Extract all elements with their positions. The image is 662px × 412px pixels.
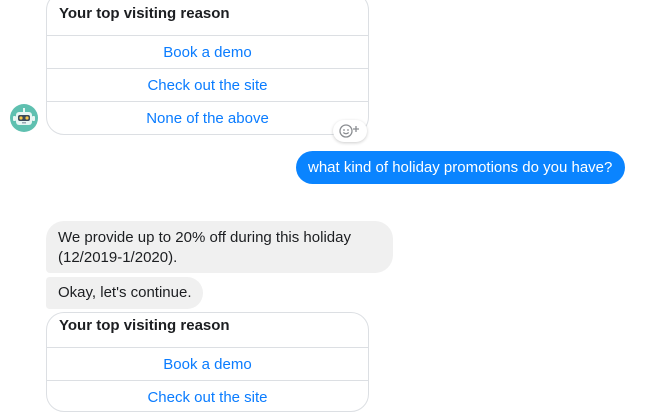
bot-message-bubble: We provide up to 20% off during this hol… xyxy=(46,221,393,273)
quick-reply-card: Your top visiting reason Book a demo Che… xyxy=(46,0,369,135)
quick-reply-card: Your top visiting reason Book a demo Che… xyxy=(46,312,369,412)
add-reaction-icon xyxy=(339,124,359,138)
bot-message-bubble: Okay, let's continue. xyxy=(46,277,204,309)
card-title: Your top visiting reason xyxy=(59,317,230,334)
option-check-site-button[interactable]: Check out the site xyxy=(47,68,368,101)
option-book-demo-button[interactable]: Book a demo xyxy=(47,347,368,380)
user-message-bubble: what kind of holiday promotions do you h… xyxy=(296,151,626,184)
robot-avatar-icon xyxy=(10,104,38,132)
option-check-site-button[interactable]: Check out the site xyxy=(47,380,368,411)
card-title: Your top visiting reason xyxy=(59,5,230,22)
add-reaction-button[interactable] xyxy=(333,120,367,142)
option-book-demo-button[interactable]: Book a demo xyxy=(47,35,368,68)
option-none-button[interactable]: None of the above xyxy=(47,101,368,134)
